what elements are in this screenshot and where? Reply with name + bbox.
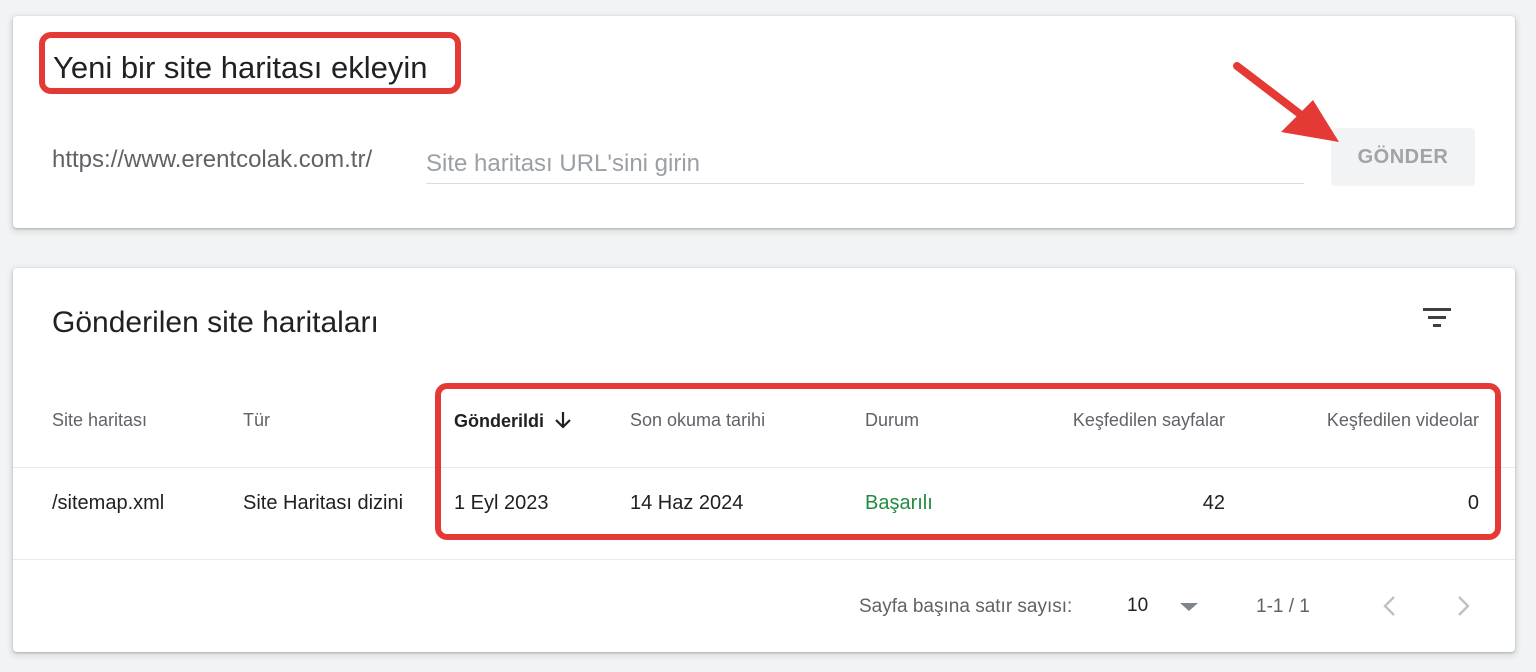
rows-per-page-value: 10: [1127, 595, 1149, 616]
previous-page-button[interactable]: [1370, 586, 1410, 626]
caret-down-icon: [1180, 603, 1198, 611]
pagination-range: 1-1 / 1: [1256, 596, 1310, 617]
add-sitemap-card: Yeni bir site haritası ekleyin https://w…: [13, 16, 1515, 228]
url-prefix: https://www.erentcolak.com.tr/: [52, 146, 373, 173]
sitemap-url-input[interactable]: [426, 138, 1304, 184]
red-arrow-annotation-icon: [1233, 62, 1339, 142]
table-highlight-box: [435, 383, 1501, 540]
submitted-sitemaps-card: Gönderilen site haritaları Site haritası…: [13, 268, 1515, 652]
submit-button[interactable]: GÖNDER: [1331, 128, 1475, 186]
chevron-left-icon: [1383, 596, 1395, 616]
column-header-type[interactable]: Tür: [243, 410, 270, 431]
filter-button[interactable]: [1415, 296, 1459, 340]
cell-sitemap: /sitemap.xml: [52, 492, 165, 514]
next-page-button[interactable]: [1443, 586, 1483, 626]
filter-list-icon: [1423, 308, 1451, 327]
chevron-right-icon: [1458, 596, 1470, 616]
cell-type: Site Haritası dizini: [243, 492, 404, 514]
title-highlight-box: [39, 32, 461, 94]
rows-per-page-label: Sayfa başına satır sayısı:: [859, 596, 1073, 617]
column-header-sitemap[interactable]: Site haritası: [52, 410, 147, 431]
row-divider: [13, 559, 1515, 560]
submitted-sitemaps-title: Gönderilen site haritaları: [52, 306, 379, 339]
rows-per-page-select[interactable]: 10: [1127, 590, 1207, 622]
